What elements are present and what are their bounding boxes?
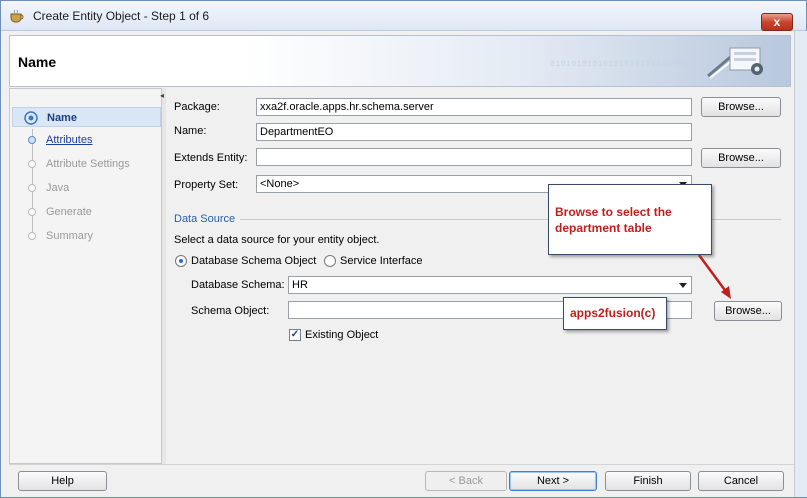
checkmark-icon: ✓ [290, 329, 300, 340]
jdeveloper-cup-icon [10, 9, 24, 23]
page-title: Name [18, 54, 57, 70]
window-title: Create Entity Object - Step 1 of 6 [33, 9, 210, 23]
title-bar[interactable]: Create Entity Object - Step 1 of 6 x [1, 1, 806, 31]
cancel-button[interactable]: Cancel [698, 471, 784, 491]
service-interface-radio[interactable] [324, 255, 336, 267]
footer-divider [9, 464, 794, 465]
step-label: Java [46, 182, 70, 194]
annotation-callout-text: Browse to select the department table [555, 205, 672, 235]
chevron-down-icon [679, 283, 687, 288]
header-binary-text: 0101010101010101010101010101 [550, 60, 699, 69]
database-schema-object-label[interactable]: Database Schema Object [191, 255, 316, 267]
back-button[interactable]: < Back [425, 471, 507, 491]
data-source-description: Select a data source for your entity obj… [174, 234, 380, 246]
property-set-label: Property Set: [174, 179, 239, 191]
background-window-edge [794, 31, 807, 497]
annotation-callout: Browse to select the department table [548, 184, 712, 255]
finish-button[interactable]: Finish [605, 471, 691, 491]
existing-object-checkbox[interactable]: ✓ [289, 329, 301, 341]
annotation-arrow-icon [697, 254, 731, 299]
package-browse-button[interactable]: Browse... [701, 97, 781, 117]
step-dot-icon [28, 208, 36, 216]
radio-selected-indicator [179, 259, 183, 263]
create-entity-dialog: Create Entity Object - Step 1 of 6 x Nam… [0, 0, 807, 498]
database-schema-label: Database Schema: [191, 279, 285, 291]
database-schema-object-radio[interactable] [175, 255, 187, 267]
step-label: Attributes [46, 134, 93, 146]
name-field[interactable]: DepartmentEO [256, 123, 692, 141]
name-label: Name: [174, 125, 207, 137]
panel-splitter[interactable] [162, 88, 166, 464]
schema-object-browse-button[interactable]: Browse... [714, 301, 782, 321]
current-step-icon [24, 111, 38, 125]
step-label: Attribute Settings [46, 158, 130, 170]
wizard-gear-icon [707, 47, 763, 79]
wizard-header: Name 0101010101010101010101010101 [9, 35, 791, 87]
collapse-arrow-icon[interactable]: ◂ [160, 91, 164, 100]
step-name[interactable]: Name [12, 107, 161, 127]
step-dot-icon [28, 136, 36, 144]
extends-browse-button[interactable]: Browse... [701, 148, 781, 168]
step-label: Name [47, 112, 77, 124]
help-button[interactable]: Help [18, 471, 107, 491]
property-set-value: <None> [260, 178, 300, 190]
step-label: Summary [46, 230, 94, 242]
watermark-callout: apps2fusion(c) [563, 297, 667, 330]
data-source-heading: Data Source [174, 213, 236, 225]
database-schema-select[interactable]: HR [288, 276, 692, 294]
close-icon: x [773, 15, 781, 29]
watermark-text: apps2fusion(c) [570, 306, 656, 320]
next-button[interactable]: Next > [509, 471, 597, 491]
schema-object-label: Schema Object: [191, 305, 270, 317]
step-label: Generate [46, 206, 92, 218]
step-dot-icon [28, 184, 36, 192]
service-interface-label[interactable]: Service Interface [340, 255, 423, 267]
step-navigator: Name Attributes Attribute Settings Java … [9, 88, 162, 464]
package-field[interactable]: xxa2f.oracle.apps.hr.schema.server [256, 98, 692, 116]
close-button[interactable]: x [761, 13, 793, 31]
existing-object-label[interactable]: Existing Object [305, 329, 378, 341]
extends-entity-field[interactable] [256, 148, 692, 166]
extends-entity-label: Extends Entity: [174, 152, 248, 164]
step-dot-icon [28, 160, 36, 168]
package-label: Package: [174, 101, 220, 113]
database-schema-value: HR [292, 279, 308, 291]
step-dot-icon [28, 232, 36, 240]
